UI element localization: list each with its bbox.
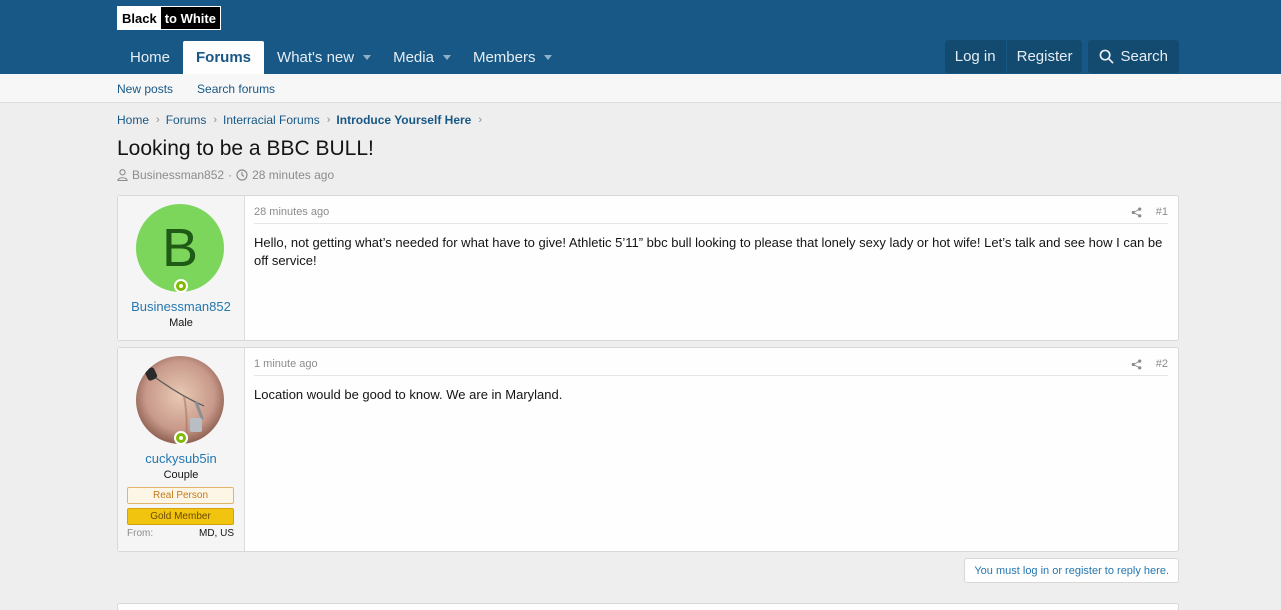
user-title: Male	[169, 317, 193, 329]
register-button[interactable]: Register	[1005, 40, 1083, 73]
user-banner-gold-member: Gold Member	[127, 508, 234, 525]
site-header: Black to White Home Forums What's new Me…	[0, 0, 1281, 74]
online-status-icon	[174, 279, 188, 293]
account-nav: Log in Register Search	[944, 40, 1179, 73]
username-link[interactable]: Businessman852	[118, 299, 244, 314]
share-icon[interactable]	[1131, 359, 1142, 370]
post-2-message: 1 minute ago #2 Location would be good t…	[254, 348, 1168, 551]
nav-members-menu-toggle[interactable]	[535, 41, 561, 74]
post-2-user: cuckysub5in Couple Real Person Gold Memb…	[118, 348, 245, 551]
search-button[interactable]: Search	[1088, 40, 1179, 73]
breadcrumb-interracial-forums[interactable]: Interracial Forums	[223, 113, 320, 127]
thread-meta: Businessman852 · 28 minutes ago	[117, 168, 334, 182]
user-title: Couple	[163, 469, 199, 481]
new-posts-link[interactable]: New posts	[117, 82, 173, 96]
nav-media[interactable]: Media	[380, 41, 434, 74]
post-number-link[interactable]: #2	[1156, 358, 1168, 370]
post-2: cuckysub5in Couple Real Person Gold Memb…	[117, 347, 1179, 552]
clock-icon	[236, 169, 248, 181]
chevron-right-icon: ›	[478, 114, 483, 126]
chevron-right-icon: ›	[326, 114, 331, 126]
nav-home[interactable]: Home	[117, 41, 183, 74]
login-button[interactable]: Log in	[945, 40, 1006, 73]
reply-login-notice[interactable]: You must log in or register to reply her…	[964, 558, 1179, 583]
post-body: Location would be good to know. We are i…	[254, 387, 563, 402]
online-status-icon	[174, 431, 188, 445]
breadcrumb-introduce-yourself[interactable]: Introduce Yourself Here	[336, 113, 471, 127]
post-time[interactable]: 1 minute ago	[254, 358, 1131, 370]
location-label: From:	[127, 528, 154, 539]
user-banner-real-person: Real Person	[127, 487, 234, 504]
chevron-right-icon: ›	[156, 114, 160, 126]
nav-whats-new[interactable]: What's new	[264, 41, 354, 74]
footer-block	[117, 603, 1179, 610]
post-1-message: 28 minutes ago #1 Hello, not getting wha…	[254, 196, 1168, 340]
post-1: B Businessman852 Male 28 minutes ago #1 …	[117, 195, 1179, 341]
chevron-down-icon	[544, 55, 553, 60]
auth-group: Log in Register	[944, 40, 1083, 73]
search-label: Search	[1120, 48, 1168, 65]
chevron-right-icon: ›	[213, 114, 218, 126]
main-nav: Home Forums What's new Media Members	[117, 41, 561, 74]
location-value[interactable]: MD, US	[199, 528, 234, 539]
logo-part-white: to White	[160, 7, 220, 29]
chevron-down-icon	[442, 55, 451, 60]
breadcrumb: Home › Forums › Interracial Forums › Int…	[117, 113, 488, 127]
sub-nav: New posts Search forums	[0, 74, 1281, 103]
user-location: From: MD, US	[127, 528, 234, 539]
post-2-header: 1 minute ago #2	[254, 348, 1168, 376]
post-number-link[interactable]: #1	[1156, 206, 1168, 218]
search-forums-link[interactable]: Search forums	[197, 82, 275, 96]
post-1-user: B Businessman852 Male	[118, 196, 245, 340]
post-1-header: 28 minutes ago #1	[254, 196, 1168, 224]
nav-media-menu-toggle[interactable]	[434, 41, 460, 74]
search-icon	[1100, 49, 1114, 64]
nav-forums[interactable]: Forums	[183, 41, 265, 74]
breadcrumb-home[interactable]: Home	[117, 113, 149, 127]
thread-time[interactable]: 28 minutes ago	[252, 168, 334, 182]
logo-part-black: Black	[118, 7, 161, 29]
page-title: Looking to be a BBC BULL!	[117, 137, 374, 160]
site-logo[interactable]: Black to White	[117, 6, 221, 30]
chevron-down-icon	[363, 55, 372, 60]
user-icon	[117, 169, 128, 181]
thread-author-link[interactable]: Businessman852	[132, 168, 224, 182]
username-link[interactable]: cuckysub5in	[118, 451, 244, 466]
post-body: Hello, not getting what’s needed for wha…	[254, 235, 1163, 268]
nav-whats-new-menu-toggle[interactable]	[354, 41, 380, 74]
nav-members[interactable]: Members	[460, 41, 536, 74]
breadcrumb-forums[interactable]: Forums	[166, 113, 207, 127]
share-icon[interactable]	[1131, 207, 1142, 218]
post-time[interactable]: 28 minutes ago	[254, 206, 1131, 218]
meta-separator: ·	[228, 168, 233, 182]
